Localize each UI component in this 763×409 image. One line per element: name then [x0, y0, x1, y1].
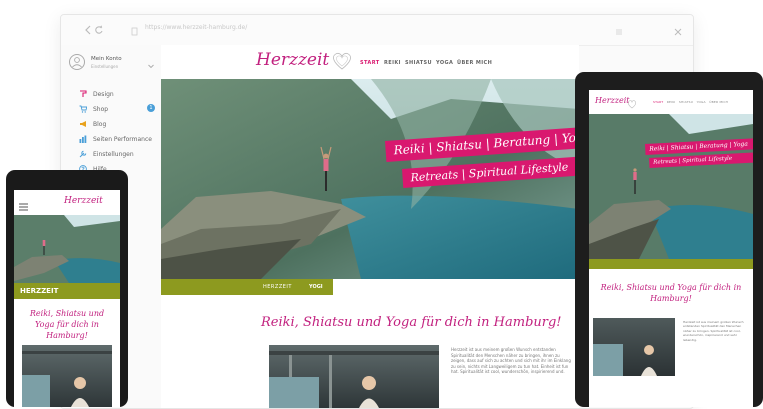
tablet-nav-yoga[interactable]: YOGA: [697, 100, 706, 104]
page-icon: [131, 24, 139, 36]
tablet-paragraph: Herzzeit ist aus meinem großen Wunsch en…: [683, 320, 744, 342]
sidebar-item-performance[interactable]: Seiten Performance: [79, 133, 152, 145]
sidebar-item-label: Einstellungen: [93, 150, 134, 158]
tablet-nav-about[interactable]: ÜBER MICH: [709, 100, 728, 104]
tablet-footer-strip: [589, 259, 753, 269]
hero-footer-nav: [333, 279, 579, 295]
sidebar-item-shop[interactable]: Shop: [79, 103, 108, 115]
sidebar-item-blog[interactable]: Blog: [79, 118, 106, 130]
browser-toolbar: https://www.herzzeit-hamburg.de/: [61, 15, 693, 46]
tablet-nav-reiki[interactable]: REIKI: [667, 100, 676, 104]
phone-logo[interactable]: Herzzeit: [64, 196, 103, 206]
phone-tagline: Reiki, Shiatsu und Yoga für dich in Hamb…: [29, 309, 105, 340]
notification-badge: 1: [147, 104, 155, 112]
nav-link-about[interactable]: ÜBER MICH: [457, 60, 492, 66]
phone-hero-image: [14, 215, 120, 283]
nav-link-yoga[interactable]: YOGA: [436, 60, 453, 66]
tablet-nav-start[interactable]: START: [653, 100, 663, 104]
tablet-screen: Herzzeit START REIKI SHIATSU YOGA ÜBER M…: [589, 90, 753, 407]
content-photo: [269, 345, 439, 408]
nav-link-reiki[interactable]: REIKI: [384, 60, 401, 66]
phone-device: Herzzeit HERZZEIT Reiki, Shiatsu und Yog…: [6, 170, 128, 407]
avatar[interactable]: [69, 54, 85, 70]
sidebar-item-label: Shop: [93, 105, 109, 113]
bars-icon: [79, 135, 87, 143]
site-tagline: Reiki, Shiatsu und Yoga für dich in Hamb…: [261, 315, 562, 330]
menu-icon[interactable]: [614, 24, 624, 35]
nav-link-shiatsu[interactable]: SHIATSU: [405, 60, 432, 66]
footer-link-yogi[interactable]: YOGI: [309, 284, 323, 290]
chevron-down-icon[interactable]: [147, 57, 155, 69]
hero-image: Reiki | Shiatsu | Beratung | Yoga Retrea…: [161, 79, 579, 279]
tablet-nav[interactable]: START REIKI SHIATSU YOGA ÜBER MICH: [653, 100, 728, 104]
heart-logo-icon: [331, 51, 353, 71]
megaphone-icon: [79, 120, 87, 128]
website-preview: Herzzeit START REIKI SHIATSU YOGA ÜBER M…: [161, 45, 579, 408]
phone-section-title: HERZZEIT: [20, 287, 59, 295]
sidebar-item-settings[interactable]: Einstellungen: [79, 148, 134, 160]
content-paragraph: Herzzeit ist aus meinem großen Wunsch en…: [451, 347, 571, 375]
tablet-content-photo: [593, 318, 675, 376]
tablet-logo[interactable]: Herzzeit: [595, 96, 629, 105]
sidebar-item-label: Seiten Performance: [93, 135, 152, 143]
hamburger-menu-icon[interactable]: [19, 198, 29, 211]
site-logo[interactable]: Herzzeit: [256, 50, 329, 70]
nav-link-start[interactable]: START: [360, 60, 380, 66]
cart-icon: [79, 105, 88, 113]
site-header: Herzzeit START REIKI SHIATSU YOGA ÜBER M…: [161, 45, 579, 79]
phone-content-photo: [22, 345, 112, 407]
chevron-left-icon[interactable]: [83, 23, 93, 35]
tablet-heart-icon: [627, 96, 637, 109]
close-icon[interactable]: [673, 24, 683, 36]
phone-screen: Herzzeit HERZZEIT Reiki, Shiatsu und Yog…: [14, 190, 120, 407]
sidebar-item-design[interactable]: Design: [79, 88, 114, 100]
user-subtitle: Einstellungen: [91, 64, 119, 69]
wrench-icon: [79, 150, 87, 158]
tablet-nav-shiatsu[interactable]: SHIATSU: [679, 100, 693, 104]
footer-label-herzzeit[interactable]: HERZZEIT: [263, 284, 292, 290]
sidebar-item-label: Design: [93, 90, 114, 98]
tablet-hero-image: Reiki | Shiatsu | Beratung | Yoga Retrea…: [589, 114, 753, 259]
url-field[interactable]: https://www.herzzeit-hamburg.de/: [145, 24, 565, 36]
user-name[interactable]: Mein Konto: [91, 56, 122, 62]
tablet-tagline: Reiki, Shiatsu und Yoga für dich in Hamb…: [600, 283, 742, 303]
reload-icon[interactable]: [94, 23, 104, 35]
tablet-device: Herzzeit START REIKI SHIATSU YOGA ÜBER M…: [575, 72, 763, 407]
sidebar-item-label: Blog: [93, 120, 107, 128]
brush-icon: [79, 90, 87, 98]
